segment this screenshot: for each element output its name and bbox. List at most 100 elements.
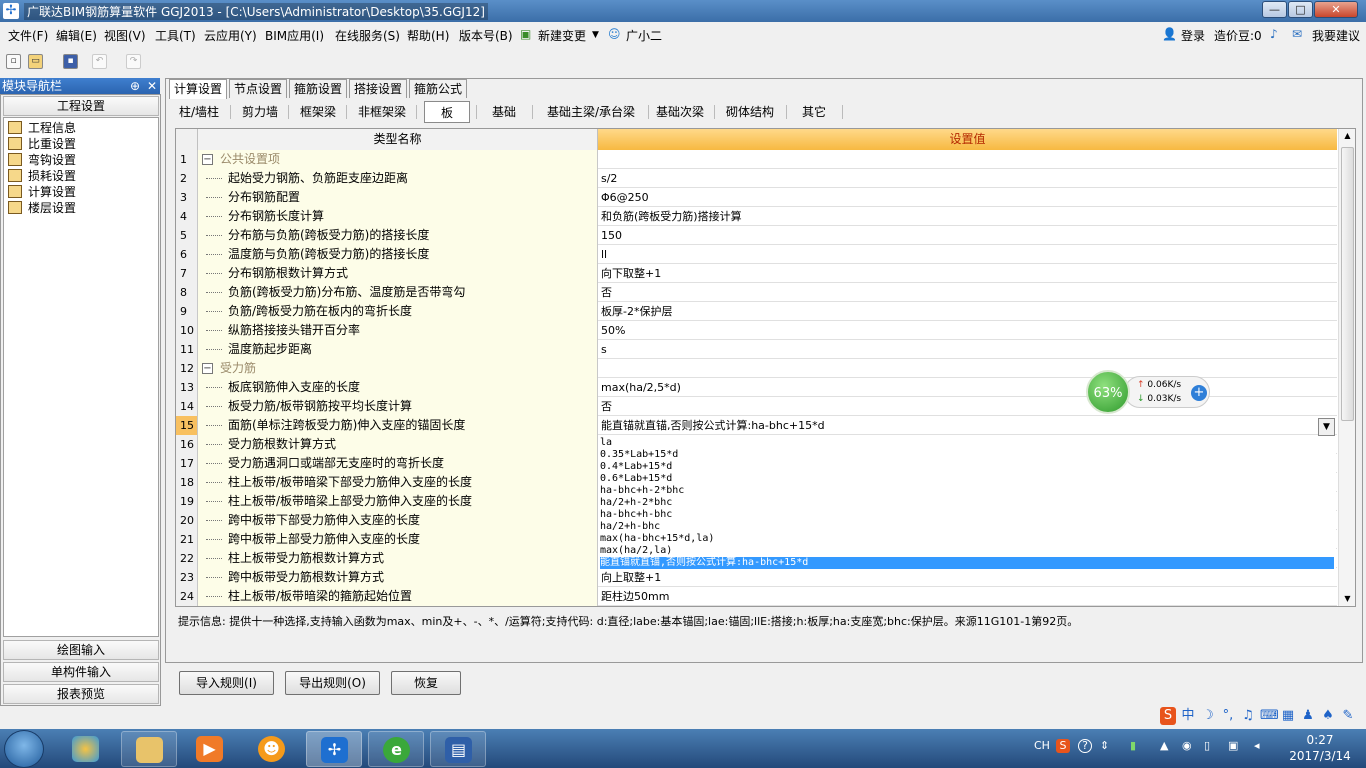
table-row[interactable]: 11 温度筋起步距离 s xyxy=(176,340,1337,359)
nav-section-drawing[interactable]: 绘图输入 xyxy=(3,640,159,660)
user-icon[interactable]: ♟ xyxy=(1300,707,1316,725)
subtab-shear-wall[interactable]: 剪力墙 xyxy=(236,101,284,123)
group-row[interactable]: 1− 公共设置项 xyxy=(176,150,1337,169)
menu-new-change[interactable]: 新建变更 xyxy=(538,27,586,44)
maximize-button[interactable]: □ xyxy=(1288,1,1313,18)
pin-icon[interactable]: ⊕ xyxy=(130,78,140,94)
setting-value[interactable]: 向上取整+1 xyxy=(598,568,1337,587)
setting-value[interactable] xyxy=(598,150,1337,169)
table-row[interactable]: 5 分布筋与负筋(跨板受力筋)的搭接长度 150 xyxy=(176,226,1337,245)
table-row[interactable]: 3 分布钢筋配置 Φ6@250 xyxy=(176,188,1337,207)
setting-value[interactable]: 否 xyxy=(598,397,1337,416)
nav-item-hook[interactable]: 弯钩设置 xyxy=(8,152,76,168)
taskbar-app-ggj[interactable]: ✢ xyxy=(306,731,362,767)
lang-indicator[interactable]: CH xyxy=(1034,739,1050,752)
shirt-icon[interactable]: ♠ xyxy=(1320,707,1336,725)
taskbar-app-browser[interactable]: e xyxy=(368,731,424,767)
setting-value[interactable]: 和负筋(跨板受力筋)搭接计算 xyxy=(598,207,1337,226)
subtab-foundation-secondary-beam[interactable]: 基础次梁 xyxy=(652,101,708,123)
start-button[interactable] xyxy=(4,730,44,768)
help-icon[interactable]: ? xyxy=(1078,739,1092,753)
menu-assistant[interactable]: 广小二 xyxy=(626,27,662,44)
taskbar-app-window[interactable]: ▤ xyxy=(430,731,486,767)
moon-icon[interactable]: ☽ xyxy=(1200,707,1216,725)
open-folder-icon[interactable]: ▭ xyxy=(28,54,43,69)
chinese-mode-icon[interactable]: 中 xyxy=(1180,707,1196,725)
vertical-scrollbar[interactable]: ▲ ▼ xyxy=(1338,129,1355,606)
nav-section-report[interactable]: 报表预览 xyxy=(3,684,159,704)
setting-value[interactable] xyxy=(598,359,1337,378)
setting-value-editor[interactable]: 能直锚就直锚,否则按公式计算:ha-bhc+15*d xyxy=(598,416,1337,435)
setting-value[interactable]: 向下取整+1 xyxy=(598,264,1337,283)
import-rules-button[interactable]: 导入规则(I) xyxy=(179,671,274,695)
punct-icon[interactable]: °, xyxy=(1220,707,1236,725)
dropdown-option[interactable]: max(ha-bhc+15*d,la) xyxy=(600,533,1334,545)
setting-value[interactable]: 否 xyxy=(598,283,1337,302)
nav-section-single[interactable]: 单构件输入 xyxy=(3,662,159,682)
taskbar-app-qq[interactable]: ☻ xyxy=(244,731,300,767)
tab-stirrup-formula[interactable]: 箍筋公式 xyxy=(409,79,468,98)
dropdown-option[interactable]: 0.35*Lab+15*d xyxy=(600,449,1334,461)
dropdown-option[interactable]: ha-bhc+h-bhc xyxy=(600,509,1334,521)
new-file-icon[interactable]: ▫ xyxy=(6,54,21,69)
tab-lap-settings[interactable]: 搭接设置 xyxy=(349,79,408,98)
dropdown-option[interactable]: ha/2+h-bhc xyxy=(600,521,1334,533)
mic-icon[interactable]: ♫ xyxy=(1240,707,1256,725)
setting-value[interactable]: s xyxy=(598,340,1337,359)
suggest-link[interactable]: 我要建议 xyxy=(1312,27,1360,44)
table-row[interactable]: 4 分布钢筋长度计算 和负筋(跨板受力筋)搭接计算 xyxy=(176,207,1337,226)
setting-value[interactable]: 150 xyxy=(598,226,1337,245)
subtab-nonframe-beam[interactable]: 非框架梁 xyxy=(352,101,412,123)
subtab-masonry[interactable]: 砌体结构 xyxy=(720,101,780,123)
scroll-up-icon[interactable]: ▲ xyxy=(1341,131,1354,143)
subtab-slab[interactable]: 板 xyxy=(424,101,470,123)
setting-value[interactable]: s/2 xyxy=(598,169,1337,188)
battery-icon[interactable]: ▮ xyxy=(1130,739,1136,752)
menu-help[interactable]: 帮助(H) xyxy=(407,27,449,44)
table-row[interactable]: 6 温度筋与负筋(跨板受力筋)的搭接长度 ll xyxy=(176,245,1337,264)
collapse-icon[interactable]: − xyxy=(202,363,213,374)
setting-value[interactable]: ll xyxy=(598,245,1337,264)
network-speed-widget[interactable]: ↑ 0.06K/s ↓ 0.03K/s + 63% xyxy=(1086,370,1212,414)
app-icon[interactable]: ✢ xyxy=(3,3,19,19)
tray-arrow-icon[interactable]: ▲ xyxy=(1160,739,1168,752)
subtab-foundation[interactable]: 基础 xyxy=(482,101,526,123)
volume-icon[interactable]: ◂ xyxy=(1254,739,1260,752)
minimize-button[interactable]: — xyxy=(1262,1,1287,18)
network-icon[interactable]: ▣ xyxy=(1228,739,1238,752)
skin-icon[interactable]: ▦ xyxy=(1280,707,1296,725)
dropdown-toggle-icon[interactable]: ▼ xyxy=(1318,418,1335,436)
scroll-down-icon[interactable]: ▼ xyxy=(1341,594,1354,606)
taskbar-app-picasa[interactable] xyxy=(58,731,114,767)
scroll-thumb[interactable] xyxy=(1341,147,1354,421)
setting-value[interactable]: max(ha/2,5*d) xyxy=(598,378,1337,397)
menu-edit[interactable]: 编辑(E) xyxy=(56,27,97,44)
nav-item-loss[interactable]: 损耗设置 xyxy=(8,168,76,184)
bell-icon[interactable]: ♪ xyxy=(1270,27,1278,41)
subtab-other[interactable]: 其它 xyxy=(792,101,836,123)
setting-value[interactable]: 距柱边50mm xyxy=(598,587,1337,606)
redo-icon[interactable]: ↷ xyxy=(126,54,141,69)
tray-expand-icon[interactable]: ⇕ xyxy=(1100,739,1109,752)
dropdown-option[interactable]: 能直锚就直锚,否则按公式计算:ha-bhc+15*d xyxy=(600,557,1334,569)
clock[interactable]: 0:27 2017/3/14 xyxy=(1280,732,1360,764)
menu-online[interactable]: 在线服务(S) xyxy=(335,27,400,44)
nav-item-floor[interactable]: 楼层设置 xyxy=(8,200,76,216)
wrench-icon[interactable]: ✎ xyxy=(1340,707,1356,725)
keyboard-icon[interactable]: ⌨ xyxy=(1260,707,1279,725)
table-row[interactable]: 24 柱上板带/板带暗梁的箍筋起始位置 距柱边50mm xyxy=(176,587,1337,606)
table-row[interactable]: 10 纵筋搭接接头错开百分率 50% xyxy=(176,321,1337,340)
menu-cloud[interactable]: 云应用(Y) xyxy=(204,27,257,44)
tab-node-settings[interactable]: 节点设置 xyxy=(229,79,288,98)
table-row[interactable]: 23 跨中板带受力筋根数计算方式 向上取整+1 xyxy=(176,568,1337,587)
export-rules-button[interactable]: 导出规则(O) xyxy=(285,671,380,695)
table-row[interactable]: 7 分布钢筋根数计算方式 向下取整+1 xyxy=(176,264,1337,283)
dropdown-option[interactable]: ha/2+h-2*bhc xyxy=(600,497,1334,509)
taskbar-app-explorer[interactable] xyxy=(121,731,177,767)
dropdown-option[interactable]: la xyxy=(600,437,1334,449)
sogou-icon[interactable]: S xyxy=(1160,707,1176,725)
undo-icon[interactable]: ↶ xyxy=(92,54,107,69)
collapse-icon[interactable]: − xyxy=(202,154,213,165)
tray-app-icon[interactable]: ◉ xyxy=(1182,739,1192,752)
close-button[interactable]: ✕ xyxy=(1314,1,1358,18)
